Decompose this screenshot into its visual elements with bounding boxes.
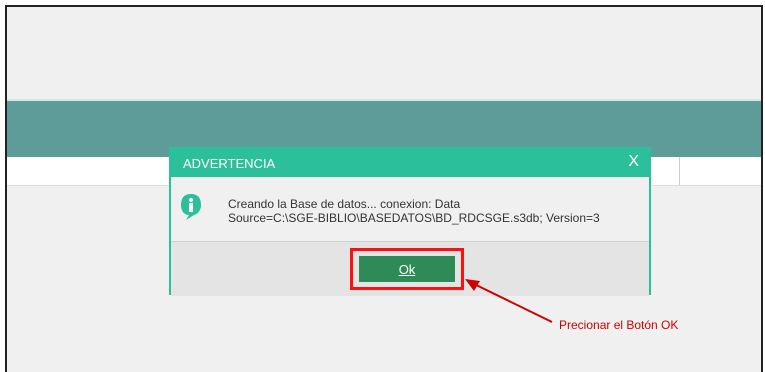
dialog-footer: Ok <box>171 241 649 296</box>
strip-separator <box>679 157 680 185</box>
annotation-label: Precionar el Botón OK <box>559 318 679 332</box>
close-button[interactable]: X <box>628 153 639 171</box>
dialog-header: ADVERTENCIA X <box>171 149 649 177</box>
dialog-title: ADVERTENCIA <box>183 156 276 171</box>
info-icon <box>181 194 201 220</box>
warning-dialog: ADVERTENCIA X Creando la Base de datos..… <box>169 147 651 296</box>
top-area <box>7 7 761 99</box>
message-line-2: Source=C:\SGE-BIBLIO\BASEDATOS\BD_RDCSGE… <box>228 211 600 225</box>
message-line-1: Creando la Base de datos... conexion: Da… <box>228 197 461 211</box>
ok-button[interactable]: Ok <box>359 256 455 282</box>
dialog-message: Creando la Base de datos... conexion: Da… <box>228 197 600 225</box>
ok-button-highlight: Ok <box>350 248 464 290</box>
